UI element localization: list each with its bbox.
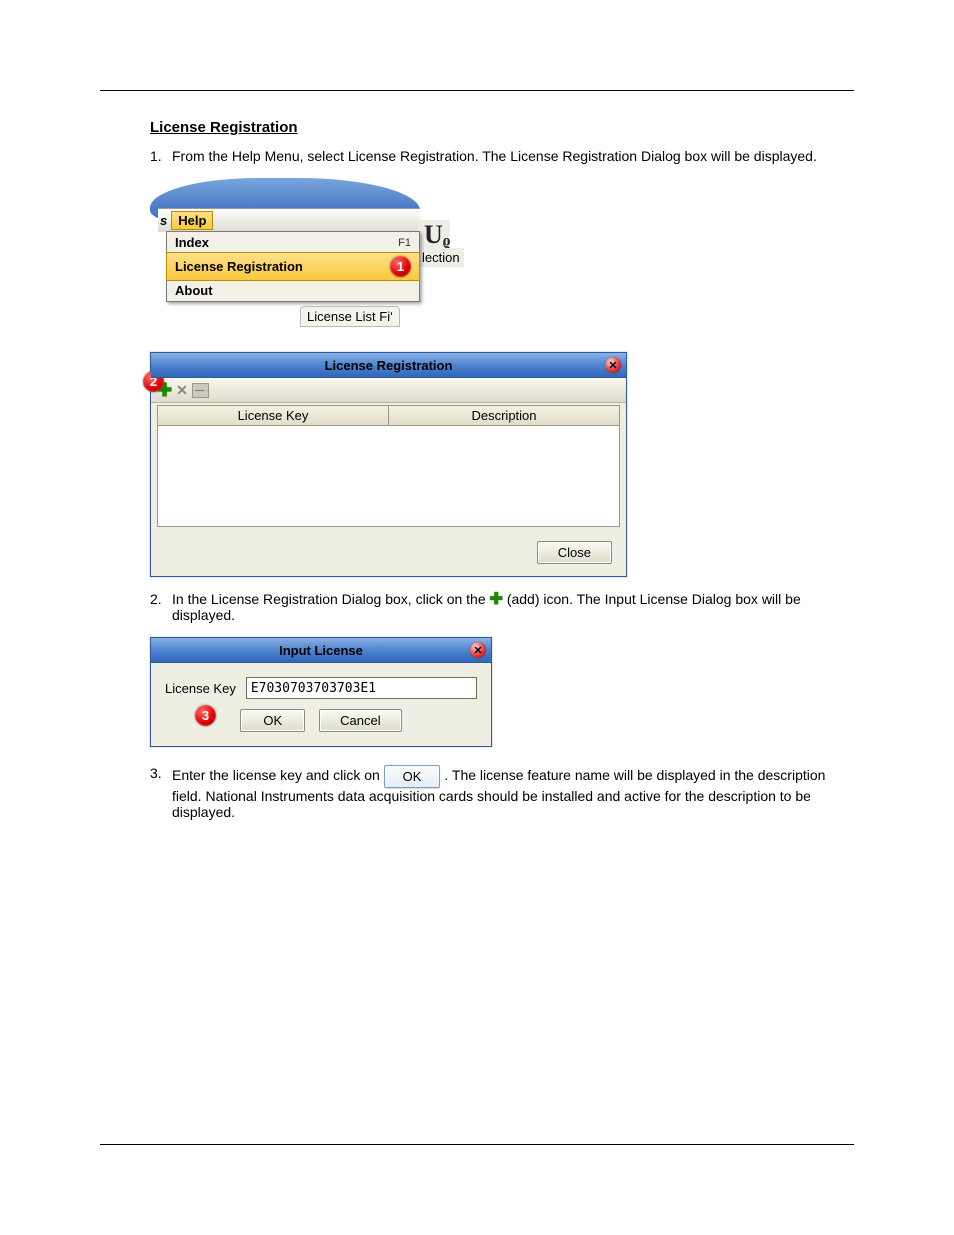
- step-2-text: In the License Registration Dialog box, …: [172, 591, 854, 623]
- step-2-number: 2.: [150, 591, 172, 623]
- step-1: 1. From the Help Menu, select License Re…: [150, 148, 854, 164]
- menu-item-index-shortcut: F1: [398, 237, 411, 249]
- close-icon[interactable]: ✕: [605, 357, 621, 373]
- close-button[interactable]: Close: [537, 541, 612, 564]
- callout-3: 3: [195, 705, 216, 726]
- menu-item-license-registration[interactable]: License Registration 1: [166, 252, 420, 281]
- step-3-number: 3.: [150, 765, 172, 820]
- input-license-dialog-figure: Input License ✕ License Key 3 OK Cancel: [150, 637, 854, 747]
- menu-item-index-label: Index: [175, 235, 209, 250]
- menu-help[interactable]: Help: [171, 211, 213, 230]
- ok-button[interactable]: OK: [240, 709, 305, 732]
- step-3-text-a: Enter the license key and click on: [172, 767, 384, 783]
- step-3: 3. Enter the license key and click on OK…: [150, 765, 854, 820]
- license-registration-dialog-figure: 2 License Registration ✕ ✚ ✕ License Key…: [150, 352, 854, 577]
- license-registration-dialog: 2 License Registration ✕ ✚ ✕ License Key…: [150, 352, 627, 577]
- top-rule: [100, 90, 854, 91]
- step-1-text: From the Help Menu, select License Regis…: [172, 148, 854, 164]
- help-dropdown: Index F1 License Registration 1 About: [166, 231, 420, 302]
- background-text-fragment: lection: [418, 248, 464, 267]
- dialog-toolbar: ✚ ✕: [151, 378, 626, 403]
- close-icon[interactable]: ✕: [470, 642, 486, 658]
- dialog-titlebar: License Registration ✕: [151, 353, 626, 378]
- grid-header-row: License Key Description: [157, 405, 620, 426]
- callout-1: 1: [390, 256, 411, 277]
- menubar-partial-letter: s: [160, 213, 171, 228]
- step-3-text: Enter the license key and click on OK . …: [172, 765, 854, 820]
- license-key-input[interactable]: [246, 677, 477, 699]
- input-dialog-titlebar: Input License ✕: [151, 638, 491, 663]
- menu-item-about[interactable]: About: [167, 280, 419, 301]
- help-menu-figure: s Help Uᵨ lection Index F1 License Regis…: [150, 178, 854, 338]
- menubar-fragment: s Help: [158, 208, 420, 232]
- dialog-title: License Registration: [325, 358, 453, 373]
- section-title: License Registration: [150, 119, 854, 136]
- column-license-key[interactable]: License Key: [158, 406, 389, 425]
- inline-add-icon: ✚: [490, 591, 503, 608]
- column-description[interactable]: Description: [389, 406, 619, 425]
- menu-item-about-label: About: [175, 283, 213, 298]
- cancel-button[interactable]: Cancel: [319, 709, 401, 732]
- background-tab-fragment: License List Fiʹ: [300, 306, 400, 327]
- input-dialog-title: Input License: [279, 643, 363, 658]
- step-1-number: 1.: [150, 148, 172, 164]
- license-key-label: License Key: [165, 681, 236, 696]
- delete-icon[interactable]: ✕: [176, 382, 188, 399]
- step-2: 2. In the License Registration Dialog bo…: [150, 591, 854, 623]
- step-2-text-a: In the License Registration Dialog box, …: [172, 591, 490, 607]
- edit-icon[interactable]: [192, 383, 209, 398]
- bottom-rule: [100, 1144, 854, 1145]
- input-license-dialog: Input License ✕ License Key 3 OK Cancel: [150, 637, 492, 747]
- menu-item-index[interactable]: Index F1: [167, 232, 419, 253]
- menu-item-license-registration-label: License Registration: [175, 259, 303, 274]
- grid-body[interactable]: [157, 426, 620, 527]
- background-title-fragment: Uᵨ: [418, 220, 450, 250]
- inline-ok-button: OK: [384, 765, 441, 788]
